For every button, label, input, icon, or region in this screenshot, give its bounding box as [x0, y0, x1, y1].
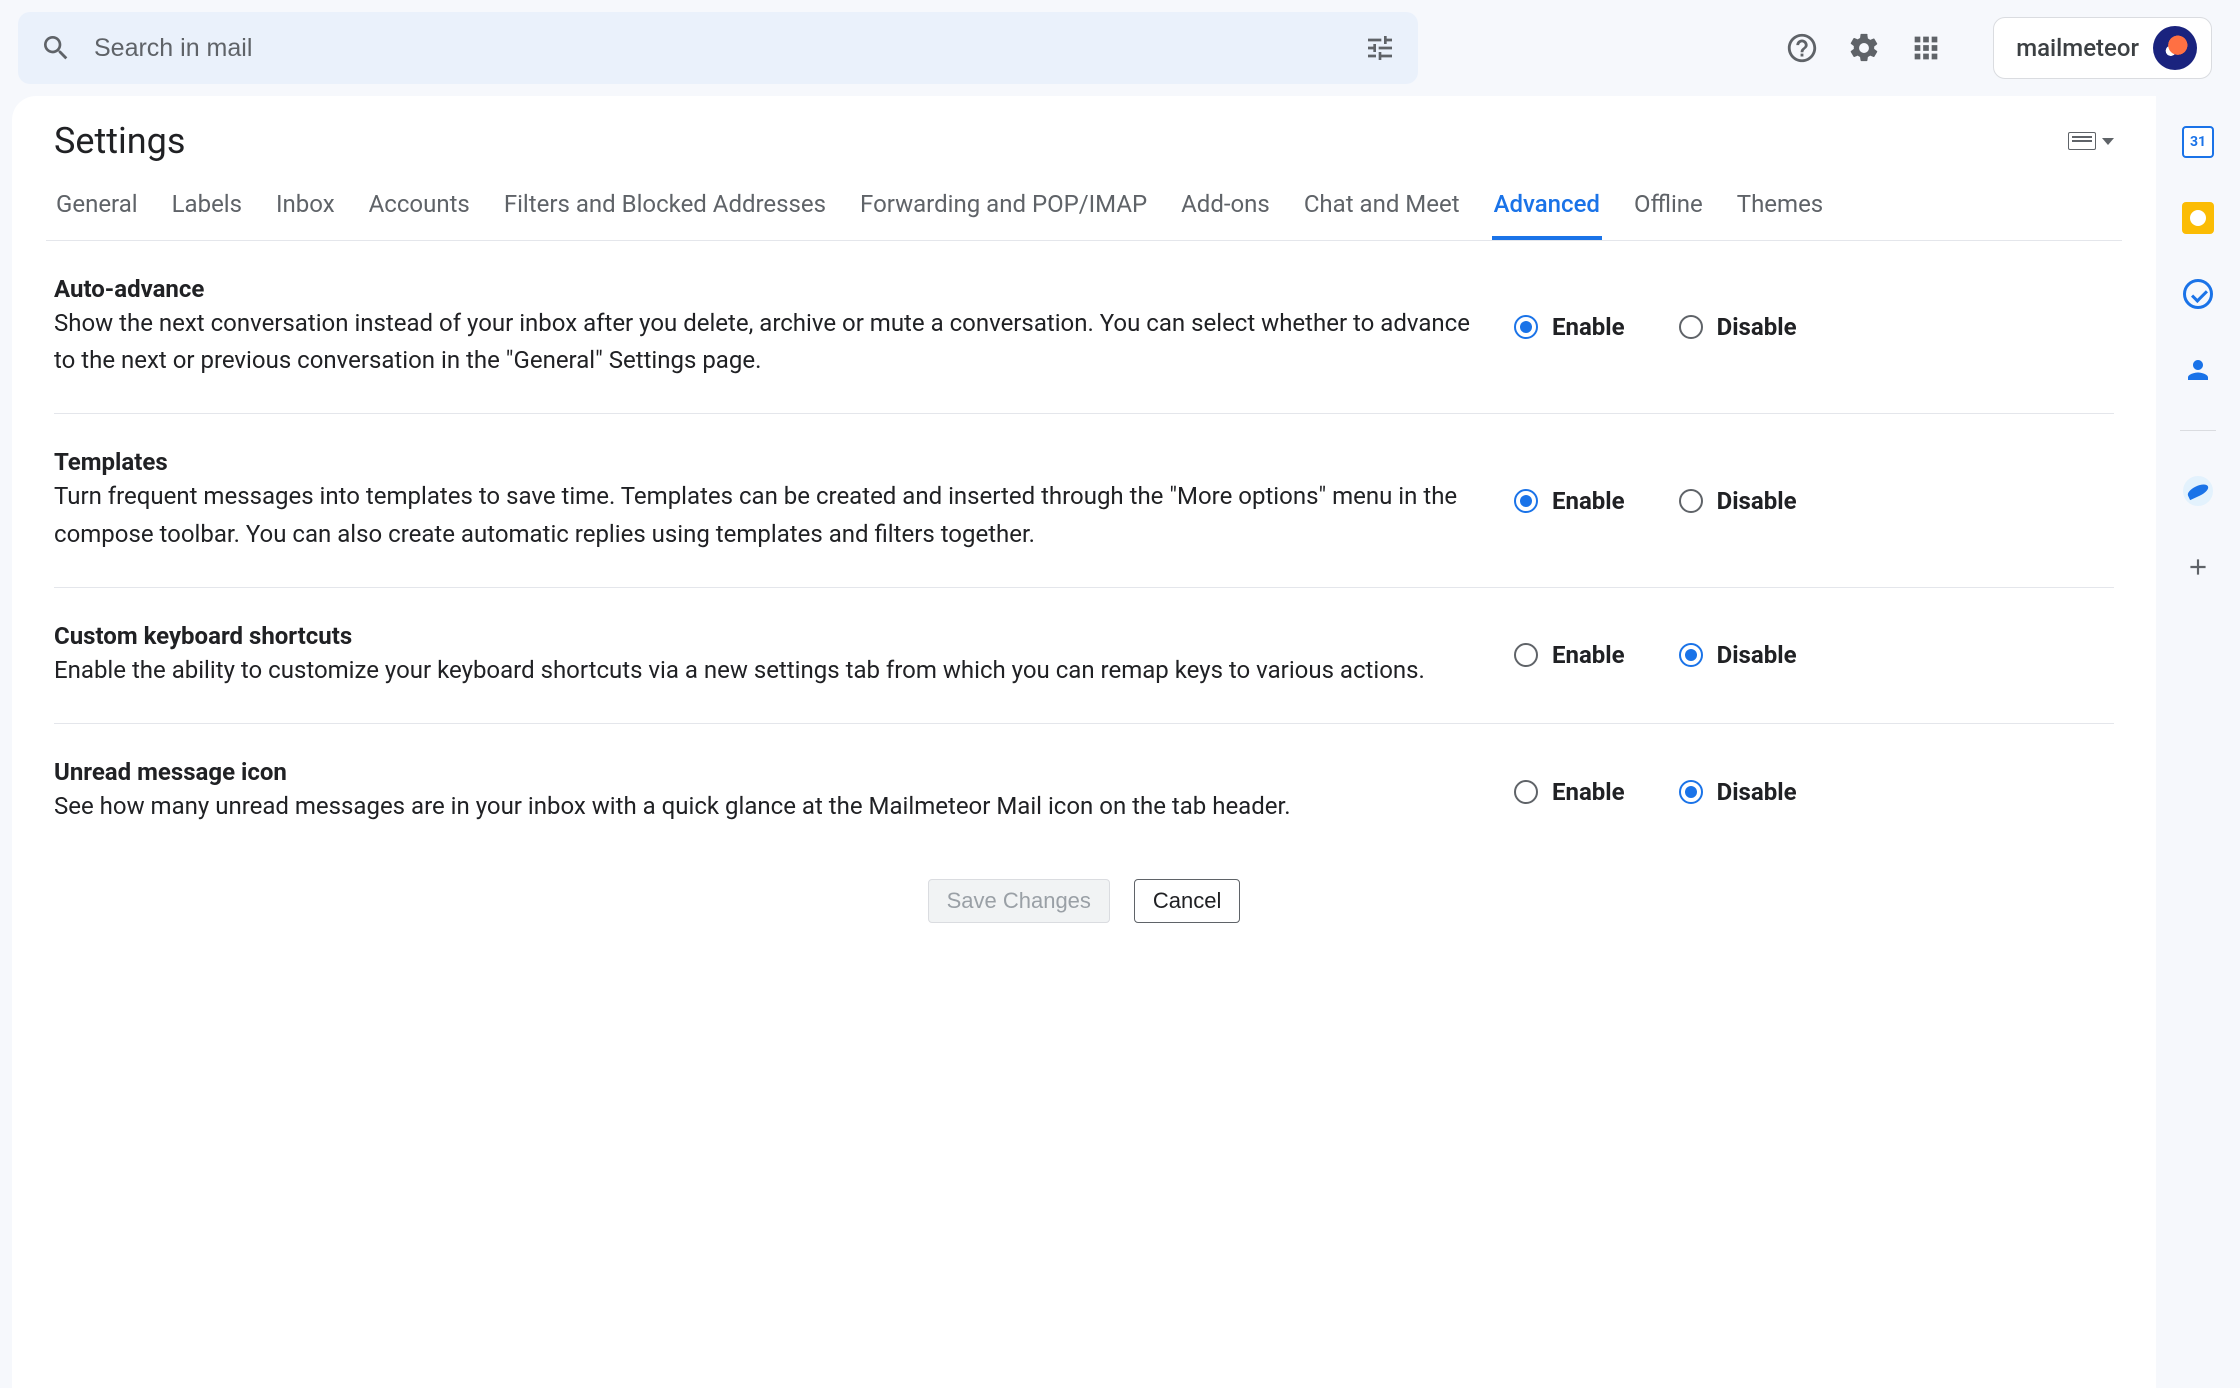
radio-label: Enable: [1552, 313, 1625, 341]
disable-radio[interactable]: Disable: [1679, 641, 1797, 669]
radio-label: Enable: [1552, 778, 1625, 806]
tab-forwarding-and-pop-imap[interactable]: Forwarding and POP/IMAP: [858, 180, 1149, 240]
gear-icon[interactable]: [1847, 31, 1881, 65]
calendar-icon[interactable]: [2182, 126, 2214, 158]
tab-advanced[interactable]: Advanced: [1492, 180, 1602, 240]
tab-inbox[interactable]: Inbox: [274, 180, 337, 240]
enable-radio[interactable]: Enable: [1514, 487, 1625, 515]
input-tools-dropdown[interactable]: [2068, 132, 2114, 150]
keep-icon[interactable]: [2182, 202, 2214, 234]
chevron-down-icon: [2102, 138, 2114, 145]
account-brand[interactable]: mailmeteor: [1993, 17, 2212, 79]
radio-icon: [1514, 780, 1538, 804]
enable-radio[interactable]: Enable: [1514, 778, 1625, 806]
radio-label: Disable: [1717, 487, 1797, 515]
disable-radio[interactable]: Disable: [1679, 778, 1797, 806]
radio-icon: [1679, 489, 1703, 513]
apps-icon[interactable]: [1909, 31, 1943, 65]
disable-radio[interactable]: Disable: [1679, 313, 1797, 341]
search-input[interactable]: [92, 33, 1344, 64]
cancel-button[interactable]: Cancel: [1134, 879, 1240, 923]
tab-offline[interactable]: Offline: [1632, 180, 1705, 240]
tab-filters-and-blocked-addresses[interactable]: Filters and Blocked Addresses: [502, 180, 828, 240]
setting-title: Templates: [54, 448, 1474, 476]
keyboard-icon: [2068, 132, 2096, 150]
radio-icon: [1514, 489, 1538, 513]
enable-radio[interactable]: Enable: [1514, 313, 1625, 341]
radio-icon: [1679, 315, 1703, 339]
mailmeteor-icon[interactable]: [2182, 475, 2214, 507]
radio-label: Disable: [1717, 778, 1797, 806]
setting-row: Auto-advanceShow the next conversation i…: [54, 241, 2114, 414]
search-bar[interactable]: [18, 12, 1418, 84]
help-icon[interactable]: [1785, 31, 1819, 65]
tab-add-ons[interactable]: Add-ons: [1179, 180, 1272, 240]
setting-row: Unread message iconSee how many unread m…: [54, 724, 2114, 859]
radio-label: Enable: [1552, 487, 1625, 515]
setting-description: Show the next conversation instead of yo…: [54, 305, 1474, 379]
tab-accounts[interactable]: Accounts: [367, 180, 472, 240]
radio-label: Disable: [1717, 313, 1797, 341]
settings-tabs: General Labels Inbox Accounts Filters and Bl…: [46, 168, 2122, 241]
tab-labels[interactable]: Labels: [170, 180, 244, 240]
setting-title: Unread message icon: [54, 758, 1474, 786]
save-button: Save Changes: [928, 879, 1110, 923]
tasks-icon[interactable]: [2182, 278, 2214, 310]
radio-icon: [1514, 643, 1538, 667]
brand-name: mailmeteor: [2016, 34, 2139, 62]
contacts-icon[interactable]: [2182, 354, 2214, 386]
setting-row: TemplatesTurn frequent messages into tem…: [54, 414, 2114, 587]
setting-description: See how many unread messages are in your…: [54, 788, 1474, 825]
add-addon-icon[interactable]: [2182, 551, 2214, 583]
tab-themes[interactable]: Themes: [1735, 180, 1825, 240]
side-panel: [2156, 96, 2240, 1388]
setting-description: Enable the ability to customize your key…: [54, 652, 1474, 689]
radio-icon: [1514, 315, 1538, 339]
radio-label: Disable: [1717, 641, 1797, 669]
setting-title: Auto-advance: [54, 275, 1474, 303]
radio-icon: [1679, 643, 1703, 667]
brand-logo-icon: [2153, 26, 2197, 70]
setting-description: Turn frequent messages into templates to…: [54, 478, 1474, 552]
radio-label: Enable: [1552, 641, 1625, 669]
tab-general[interactable]: General: [54, 180, 140, 240]
tab-chat-and-meet[interactable]: Chat and Meet: [1302, 180, 1462, 240]
setting-title: Custom keyboard shortcuts: [54, 622, 1474, 650]
enable-radio[interactable]: Enable: [1514, 641, 1625, 669]
setting-row: Custom keyboard shortcutsEnable the abil…: [54, 588, 2114, 724]
search-icon: [40, 32, 72, 64]
page-title: Settings: [54, 120, 185, 162]
radio-icon: [1679, 780, 1703, 804]
settings-panel: Settings General Labels Inbox Accounts Filte…: [12, 96, 2156, 1388]
disable-radio[interactable]: Disable: [1679, 487, 1797, 515]
search-options-icon[interactable]: [1364, 32, 1396, 64]
